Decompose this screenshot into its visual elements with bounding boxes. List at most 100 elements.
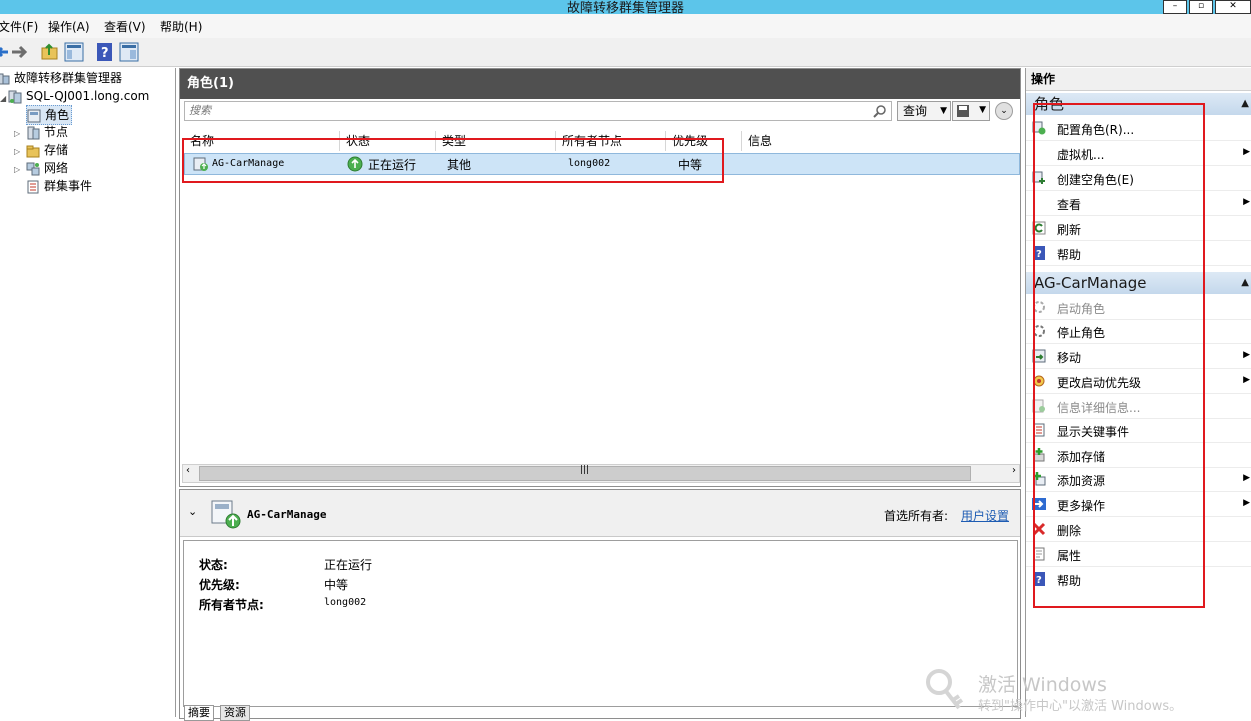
action-move[interactable]: 移动 ▶ <box>1026 344 1251 369</box>
cell-priority: 中等 <box>678 158 703 172</box>
expand-arrow-icon[interactable]: ▷ <box>14 165 20 174</box>
action-help[interactable]: ? 帮助 <box>1026 241 1251 266</box>
menu-help[interactable]: 帮助(H) <box>160 18 202 35</box>
storage-icon <box>26 145 40 157</box>
maximize-button[interactable]: ▫ <box>1189 0 1213 14</box>
menu-file[interactable]: 文件(F) <box>0 18 38 35</box>
action-label: 添加存储 <box>1057 450 1106 464</box>
action-help-role[interactable]: ? 帮助 <box>1026 567 1251 591</box>
tree-item-nodes-label: 节点 <box>44 125 69 139</box>
networks-icon <box>26 162 40 175</box>
submenu-arrow-icon: ▶ <box>1243 473 1250 483</box>
running-status-icon <box>347 156 363 172</box>
tree-cluster[interactable]: SQL-QJ001.long.com <box>8 87 149 105</box>
refresh-icon <box>1032 221 1046 235</box>
grip-icon: ||| <box>580 465 590 475</box>
tab-summary[interactable]: 摘要 <box>184 705 214 721</box>
collapse-icon[interactable]: ▲ <box>1241 93 1249 115</box>
action-info-details[interactable]: 信息详细信息... <box>1026 394 1251 419</box>
forward-icon[interactable] <box>10 42 30 62</box>
tree-item-networks[interactable]: 网络 <box>26 159 68 177</box>
show-hide-tree-icon[interactable] <box>64 42 84 62</box>
search-icon[interactable] <box>873 104 887 118</box>
column-header-type[interactable]: 类型 <box>436 131 556 151</box>
tree-root[interactable]: 故障转移群集管理器 <box>0 69 122 87</box>
search-box[interactable] <box>184 101 892 121</box>
action-start-role[interactable]: 启动角色 <box>1026 295 1251 320</box>
column-header-info[interactable]: 信息 <box>742 131 1018 151</box>
column-header-priority[interactable]: 优先级 <box>666 131 742 151</box>
show-hide-action-pane-icon[interactable] <box>119 42 139 62</box>
minimize-button[interactable]: – <box>1163 0 1187 14</box>
query-button[interactable]: 查询 ▼ <box>897 101 951 121</box>
scroll-right-icon[interactable]: › <box>1012 465 1016 476</box>
expand-arrow-icon[interactable]: ▷ <box>14 129 20 138</box>
tree-item-cluster-events-label: 群集事件 <box>44 179 93 193</box>
scroll-left-icon[interactable]: ‹ <box>186 465 190 476</box>
column-header-owner[interactable]: 所有者节点 <box>556 131 666 151</box>
action-change-startup-priority[interactable]: 更改启动优先级 ▶ <box>1026 369 1251 394</box>
action-view[interactable]: 查看 ▶ <box>1026 191 1251 216</box>
cluster-manager-icon <box>0 73 10 84</box>
action-label: 查看 <box>1057 198 1082 212</box>
tree-item-networks-label: 网络 <box>44 161 69 175</box>
close-button[interactable]: ✕ <box>1215 0 1251 14</box>
up-folder-icon[interactable] <box>40 42 60 62</box>
action-add-resource[interactable]: 添加资源 ▶ <box>1026 467 1251 492</box>
column-header-name[interactable]: 名称 <box>184 131 340 151</box>
create-empty-role-icon <box>1032 171 1045 184</box>
action-label: 属性 <box>1057 549 1082 563</box>
detail-body: 状态: 正在运行 优先级: 中等 所有者节点: long002 <box>183 540 1018 707</box>
collapse-icon[interactable]: ▲ <box>1241 272 1249 294</box>
action-properties[interactable]: 属性 <box>1026 542 1251 567</box>
action-virtual-machines[interactable]: 虚拟机... ▶ <box>1026 141 1251 166</box>
roles-icon <box>27 109 41 122</box>
delete-icon <box>1032 522 1046 536</box>
action-create-empty-role[interactable]: 创建空角色(E) <box>1026 166 1251 191</box>
action-configure-role[interactable]: 配置角色(R)... <box>1026 116 1251 141</box>
roles-title: 角色(1) <box>187 76 234 91</box>
tree-item-roles-label: 角色 <box>45 108 70 122</box>
help-icon: ? <box>1033 572 1045 586</box>
horizontal-scrollbar[interactable]: ‹ ||| › <box>182 464 1020 483</box>
menu-action[interactable]: 操作(A) <box>48 18 90 35</box>
user-settings-link[interactable]: 用户设置 <box>961 507 1009 524</box>
help-icon: ? <box>1033 246 1045 260</box>
watermark-subtitle: 转到"操作中心"以激活 Windows。 <box>978 699 1183 714</box>
save-query-button[interactable]: ▼ <box>952 101 990 121</box>
action-refresh[interactable]: 刷新 <box>1026 216 1251 241</box>
cell-owner: long002 <box>568 158 611 169</box>
tree-item-cluster-events[interactable]: 群集事件 <box>26 177 92 195</box>
action-label: 添加资源 <box>1057 474 1106 488</box>
action-add-storage[interactable]: 添加存储 <box>1026 443 1251 468</box>
action-label: 停止角色 <box>1057 326 1106 340</box>
search-input[interactable] <box>185 102 869 118</box>
chevron-down-icon: ▼ <box>979 105 986 115</box>
action-show-critical-events[interactable]: 显示关键事件 <box>1026 418 1251 443</box>
section-roles[interactable]: 角色 ▲ <box>1026 93 1251 115</box>
tab-resources[interactable]: 资源 <box>220 705 250 721</box>
tree-item-roles[interactable]: 角色 <box>26 105 73 125</box>
expand-query-icon[interactable]: ⌄ <box>995 102 1013 120</box>
submenu-arrow-icon: ▶ <box>1243 147 1250 157</box>
collapse-chevron-icon[interactable]: ⌄ <box>188 505 197 518</box>
expand-arrow-icon[interactable]: ▷ <box>14 147 20 156</box>
action-delete[interactable]: 删除 <box>1026 517 1251 542</box>
submenu-arrow-icon: ▶ <box>1243 197 1250 207</box>
help-toolbar-icon[interactable]: ? <box>95 42 115 62</box>
section-ag-carmanage[interactable]: AG-CarManage ▲ <box>1026 272 1251 294</box>
actions-header: 操作 <box>1026 68 1251 91</box>
submenu-arrow-icon: ▶ <box>1243 498 1250 508</box>
start-role-icon <box>1033 301 1045 313</box>
title-bar: 故障转移群集管理器 – ▫ ✕ <box>0 0 1251 16</box>
info-details-icon <box>1032 399 1045 413</box>
tree-item-nodes[interactable]: 节点 <box>26 123 68 141</box>
action-more-actions[interactable]: 更多操作 ▶ <box>1026 492 1251 517</box>
table-row[interactable]: AG-CarManage 正在运行 其他 long002 中等 <box>184 153 1020 175</box>
menu-view[interactable]: 查看(V) <box>104 18 146 35</box>
tree-item-storage[interactable]: 存储 <box>26 141 68 159</box>
column-header-status[interactable]: 状态 <box>340 131 436 151</box>
action-stop-role[interactable]: 停止角色 <box>1026 319 1251 344</box>
svg-text:?: ? <box>1036 575 1042 586</box>
expand-arrow-icon[interactable]: ◢ <box>0 94 6 103</box>
